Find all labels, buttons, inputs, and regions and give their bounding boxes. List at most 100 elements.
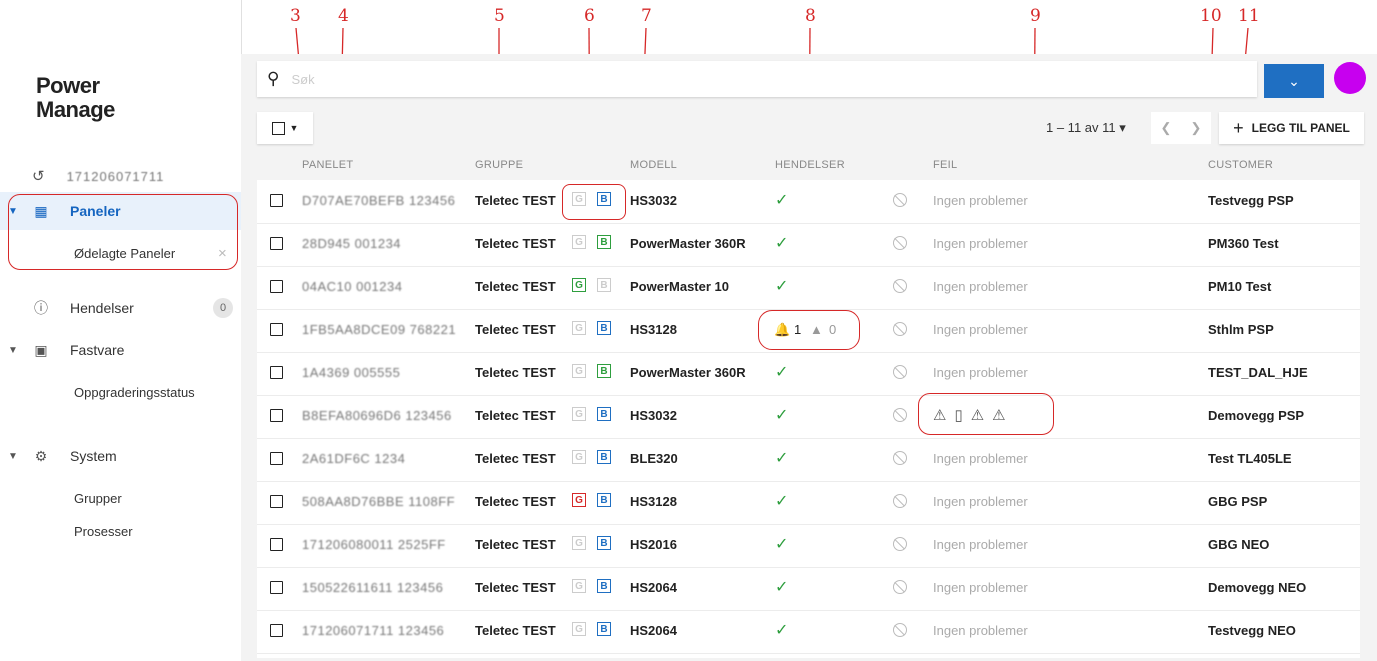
annotation-highlight-paneler	[8, 194, 238, 270]
sidebar-item-fastvare[interactable]: ▼ ▣ Fastvare	[0, 331, 241, 369]
pagination-arrows[interactable]: ❮ ❯	[1151, 112, 1211, 144]
panel-id[interactable]: 150522611611 123456	[302, 580, 443, 595]
table-row[interactable]: D707AE70BEFB 123456 Teletec TEST G B HS3032 ✓…	[257, 180, 1360, 224]
add-panel-button[interactable]: + LEGG TIL PANEL	[1219, 112, 1364, 144]
panel-id[interactable]: 508AA8D76BBE 1108FF	[302, 494, 455, 509]
check-icon: ✓	[775, 493, 789, 510]
g-indicator: G	[572, 407, 586, 421]
recent-panel-id: 171206071711	[66, 168, 165, 184]
annotation-10: 10	[1200, 6, 1222, 26]
group-name: Teletec TEST	[475, 623, 556, 638]
customer-name: Test TL405LE	[1208, 451, 1292, 466]
table-row[interactable]: 2A61DF6C 1234 Teletec TEST G B BLE320 ✓ Ingen …	[257, 438, 1360, 482]
g-indicator: G	[572, 536, 586, 550]
column-header-customer[interactable]: CUSTOMER	[1208, 159, 1273, 171]
table-row[interactable]: B8EFA80696D6 123456 Teletec TEST G B HS3032 ✓…	[257, 395, 1360, 439]
no-symbol-icon	[893, 322, 907, 336]
fault-status: Ingen problemer	[933, 193, 1028, 208]
group-name: Teletec TEST	[475, 494, 556, 509]
sidebar-item-processes[interactable]: Prosesser	[74, 524, 133, 539]
no-symbol-icon	[893, 408, 907, 422]
chevron-right-icon[interactable]: ❯	[1191, 120, 1202, 136]
pagination-info[interactable]: 1 – 11 av 11 ▾	[1046, 120, 1126, 136]
no-symbol-icon	[893, 365, 907, 379]
row-checkbox[interactable]	[270, 409, 283, 422]
sidebar-item-hendelser[interactable]: ⓘ Hendelser 0	[0, 289, 241, 327]
search-input[interactable]	[289, 70, 1194, 88]
check-icon: ✓	[775, 450, 789, 467]
row-checkbox[interactable]	[270, 194, 283, 207]
column-header-panel[interactable]: PANELET	[302, 159, 353, 171]
fault-status: Ingen problemer	[933, 279, 1028, 294]
b-indicator: B	[597, 493, 611, 507]
sidebar-item-label: Hendelser	[70, 300, 134, 316]
recent-panel[interactable]: ↺ 171206071711	[32, 167, 164, 185]
panel-id[interactable]: 04AC10 001234	[302, 279, 402, 294]
chevron-left-icon[interactable]: ❮	[1161, 120, 1172, 136]
row-checkbox[interactable]	[270, 280, 283, 293]
panel-id[interactable]: B8EFA80696D6 123456	[302, 408, 452, 423]
table-row[interactable]: 171206080011 2525FF Teletec TEST G B HS2016 ✓…	[257, 524, 1360, 568]
customer-name: PM360 Test	[1208, 236, 1279, 251]
row-checkbox[interactable]	[270, 452, 283, 465]
annotation-highlight-gb	[562, 184, 626, 220]
filter-dropdown-button[interactable]: ⌄	[1264, 64, 1324, 98]
fault-status: Ingen problemer	[933, 236, 1028, 251]
select-all-dropdown[interactable]: ▼	[257, 112, 313, 144]
chip-icon: ▣	[34, 341, 48, 358]
row-checkbox[interactable]	[270, 538, 283, 551]
fault-status: Ingen problemer	[933, 494, 1028, 509]
avatar[interactable]	[1334, 62, 1366, 94]
column-header-faults[interactable]: FEIL	[933, 159, 957, 171]
model-name: HS3032	[630, 408, 677, 423]
b-indicator: B	[597, 321, 611, 335]
panel-id[interactable]: 28D945 001234	[302, 236, 401, 251]
table-row[interactable]: 150522611611 123456 Teletec TEST G B HS2064 ✓…	[257, 567, 1360, 611]
table-row[interactable]: 04AC10 001234 Teletec TEST G B PowerMaster 1…	[257, 266, 1360, 310]
fault-status: Ingen problemer	[933, 623, 1028, 638]
check-icon: ✓	[775, 192, 789, 209]
panel-id[interactable]: 2A61DF6C 1234	[302, 451, 405, 466]
sidebar-item-groups[interactable]: Grupper	[74, 491, 122, 506]
group-name: Teletec TEST	[475, 537, 556, 552]
history-icon: ↺	[32, 168, 45, 185]
g-indicator: G	[572, 235, 586, 249]
panel-id[interactable]: 1A4369 005555	[302, 365, 400, 380]
b-indicator: B	[597, 278, 611, 292]
panel-id[interactable]: 171206080011 2525FF	[302, 537, 446, 552]
row-checkbox[interactable]	[270, 581, 283, 594]
table-row[interactable]: 508AA8D76BBE 1108FF Teletec TEST G B HS3128 ✓…	[257, 481, 1360, 525]
model-name: PowerMaster 360R	[630, 236, 746, 251]
no-symbol-icon	[893, 623, 907, 637]
row-checkbox[interactable]	[270, 624, 283, 637]
column-header-group[interactable]: GRUPPE	[475, 159, 523, 171]
panel-id[interactable]: 1FB5AA8DCE09 768221	[302, 322, 456, 337]
group-name: Teletec TEST	[475, 451, 556, 466]
add-panel-label: LEGG TIL PANEL	[1251, 121, 1350, 135]
search-icon: ⚲	[267, 69, 280, 88]
caret-down-icon: ▼	[289, 123, 299, 133]
b-indicator: B	[597, 235, 611, 249]
caret-down-icon[interactable]: ▼	[0, 451, 26, 462]
row-checkbox[interactable]	[270, 366, 283, 379]
table-row[interactable]: 28D945 001234 Teletec TEST G B PowerMaster 3…	[257, 223, 1360, 267]
sidebar-item-upgrade-status[interactable]: Oppgraderingsstatus	[74, 385, 195, 400]
customer-name: Demovegg PSP	[1208, 408, 1305, 423]
caret-down-icon[interactable]: ▼	[0, 345, 26, 356]
panel-id[interactable]: 171206071711 123456	[302, 623, 444, 638]
column-header-events[interactable]: HENDELSER	[775, 159, 845, 171]
app-logo[interactable]: Power Manage	[36, 74, 115, 122]
column-header-model[interactable]: MODELL	[630, 159, 677, 171]
panel-id[interactable]: D707AE70BEFB 123456	[302, 193, 455, 208]
row-checkbox[interactable]	[270, 237, 283, 250]
annotation-4: 4	[338, 6, 349, 26]
table-row[interactable]: 1A4369 005555 Teletec TEST G B PowerMaster 3…	[257, 352, 1360, 396]
search-bar[interactable]: ⚲	[257, 61, 1257, 97]
table-row[interactable]: 171206071711 123456 Teletec TEST G B HS2064 ✓…	[257, 610, 1360, 654]
annotation-highlight-events	[758, 310, 860, 350]
sidebar-item-system[interactable]: ▼ ⚙ System	[0, 437, 241, 475]
row-checkbox[interactable]	[270, 495, 283, 508]
row-checkbox[interactable]	[270, 323, 283, 336]
gear-icon: ⚙	[34, 447, 48, 464]
annotation-highlight-faults	[918, 393, 1054, 435]
